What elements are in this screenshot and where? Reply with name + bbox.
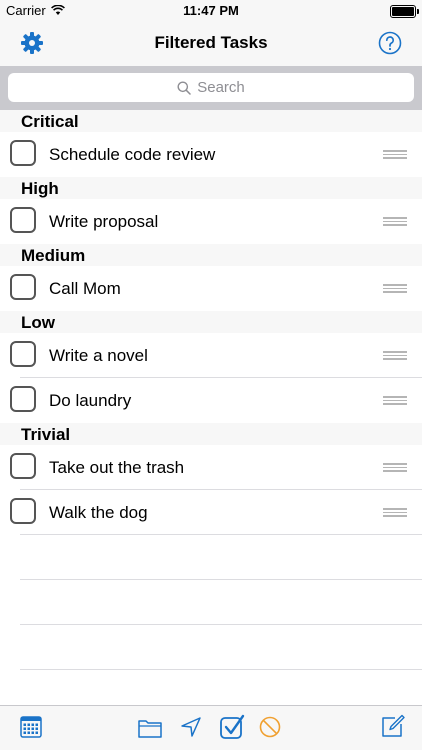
- folder-icon[interactable]: [138, 718, 162, 738]
- table-row[interactable]: Do laundry: [0, 378, 422, 423]
- task-label: Walk the dog: [49, 503, 148, 522]
- task-checkbox[interactable]: [10, 207, 36, 233]
- task-checkbox[interactable]: [10, 140, 36, 166]
- task-checkbox[interactable]: [10, 386, 36, 412]
- section-header-low: Low: [0, 311, 422, 333]
- table-row[interactable]: Schedule code review: [0, 132, 422, 177]
- calendar-grid-icon[interactable]: [20, 716, 42, 738]
- task-checkbox[interactable]: [10, 274, 36, 300]
- task-label: Write a novel: [49, 346, 148, 365]
- page-title: Filtered Tasks: [154, 33, 268, 52]
- task-label: Call Mom: [49, 279, 121, 298]
- task-label: Take out the trash: [49, 458, 185, 477]
- empty-row: [0, 535, 422, 580]
- empty-row: [0, 580, 422, 625]
- search-bar: Search: [0, 66, 422, 110]
- search-icon: [177, 81, 191, 95]
- status-time: 11:47 PM: [183, 3, 239, 18]
- task-checkbox[interactable]: [10, 498, 36, 524]
- section-header-high: High: [0, 177, 422, 199]
- section-header-trivial: Trivial: [0, 423, 422, 445]
- table-row[interactable]: Write a novel: [0, 333, 422, 378]
- table-row[interactable]: Write proposal: [0, 199, 422, 244]
- search-input[interactable]: Search: [8, 73, 414, 102]
- drag-handle-icon[interactable]: [383, 217, 407, 227]
- task-label: Schedule code review: [49, 145, 216, 164]
- task-label: Write proposal: [49, 212, 159, 231]
- task-label: Do laundry: [49, 391, 132, 410]
- help-circle-icon[interactable]: [378, 31, 402, 55]
- drag-handle-icon[interactable]: [383, 463, 407, 473]
- section-header-critical: Critical: [0, 110, 422, 132]
- prohibited-icon[interactable]: [259, 716, 281, 738]
- location-arrow-icon[interactable]: [180, 716, 202, 738]
- table-row[interactable]: Call Mom: [0, 266, 422, 311]
- bottom-toolbar: [0, 705, 422, 750]
- drag-handle-icon[interactable]: [383, 284, 407, 294]
- task-list: Critical Schedule code review High Write…: [0, 110, 422, 670]
- drag-handle-icon[interactable]: [383, 396, 407, 406]
- table-row[interactable]: Take out the trash: [0, 445, 422, 490]
- battery-icon: [390, 5, 419, 18]
- table-row[interactable]: Walk the dog: [0, 490, 422, 535]
- empty-row: [0, 625, 422, 670]
- task-checkbox[interactable]: [10, 341, 36, 367]
- search-placeholder: Search: [197, 79, 245, 96]
- navigation-bar: Filtered Tasks: [0, 22, 422, 66]
- status-bar: Carrier 11:47 PM: [0, 0, 422, 22]
- section-header-medium: Medium: [0, 244, 422, 266]
- drag-handle-icon[interactable]: [383, 150, 407, 160]
- drag-handle-icon[interactable]: [383, 508, 407, 518]
- task-checkbox[interactable]: [10, 453, 36, 479]
- drag-handle-icon[interactable]: [383, 351, 407, 361]
- compose-icon[interactable]: [381, 714, 405, 738]
- checkbox-checked-icon[interactable]: [219, 714, 245, 740]
